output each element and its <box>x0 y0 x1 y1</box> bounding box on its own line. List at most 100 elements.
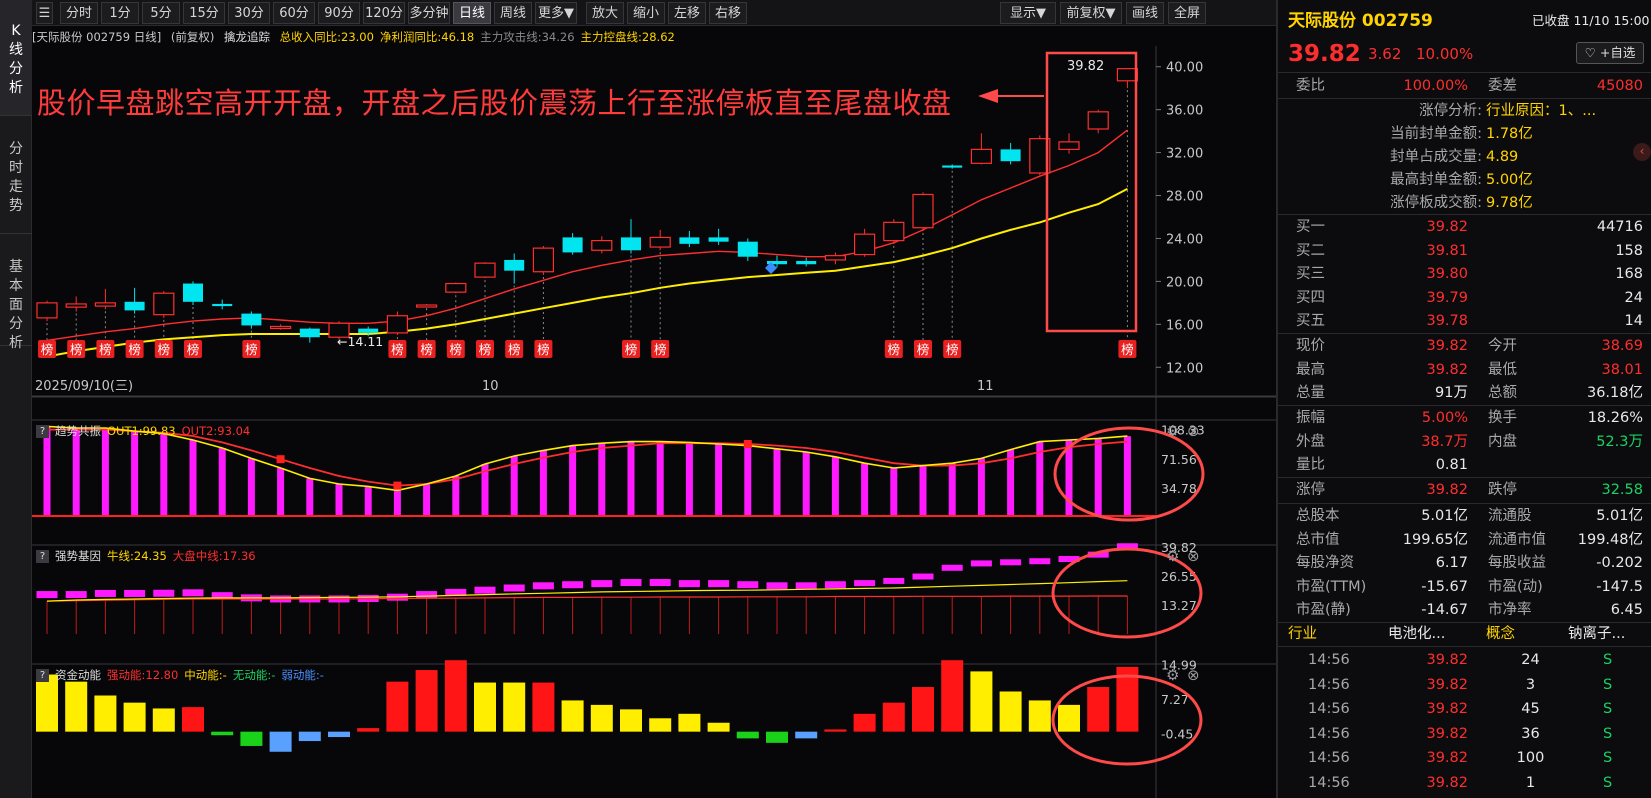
add-watchlist-button[interactable]: ♡ +自选 <box>1576 42 1644 64</box>
candle[interactable] <box>270 324 292 330</box>
menu-icon[interactable]: ☰ <box>36 2 53 24</box>
bid-price[interactable]: 39.78 <box>1398 310 1468 333</box>
industry-value[interactable]: 电池化... <box>1388 622 1445 646</box>
candle[interactable] <box>212 299 233 310</box>
bang-badge[interactable]: 榜 <box>446 340 465 358</box>
candle[interactable] <box>153 291 175 318</box>
close-panel-icon[interactable]: ⊗ <box>1187 666 1200 684</box>
candle[interactable] <box>124 287 145 314</box>
candle[interactable] <box>621 219 641 254</box>
kline-chart-area[interactable]: 40.00 36.00 32.00 28.00 24.00 20.00 16.00 12.00… <box>32 26 1276 798</box>
bang-badge[interactable]: 榜 <box>505 340 524 358</box>
candle[interactable] <box>36 300 58 322</box>
candle[interactable] <box>445 282 467 294</box>
candle[interactable] <box>183 281 203 306</box>
candle[interactable] <box>532 245 554 275</box>
help-icon[interactable]: ? <box>36 669 49 682</box>
action-button-3[interactable]: 右移 <box>709 2 747 24</box>
bang-badge[interactable]: 榜 <box>622 340 640 358</box>
bid-price[interactable]: 39.81 <box>1398 240 1468 263</box>
action-button-0[interactable]: 放大 <box>586 2 624 24</box>
period-button-4[interactable]: 30分 <box>228 2 270 24</box>
candle[interactable] <box>708 228 729 245</box>
close-panel-icon[interactable]: ⊗ <box>1187 422 1200 440</box>
bang-badge[interactable]: 榜 <box>388 340 407 358</box>
period-button-1[interactable]: 1分 <box>101 2 139 24</box>
candle[interactable] <box>504 253 525 284</box>
period-button-5[interactable]: 60分 <box>273 2 315 24</box>
candle[interactable] <box>1116 68 1139 89</box>
candle[interactable] <box>942 164 963 169</box>
candle[interactable] <box>737 238 758 262</box>
toolbar-right-button-2[interactable]: 画线 <box>1126 2 1164 24</box>
settings-gear-icon[interactable]: ⚙ <box>1166 422 1179 440</box>
bang-badge[interactable]: 榜 <box>125 340 144 358</box>
candle[interactable] <box>1058 133 1080 154</box>
help-icon[interactable]: ? <box>36 425 49 438</box>
indicator-name[interactable]: 擒龙追踪 <box>224 30 270 44</box>
candle[interactable] <box>883 219 905 244</box>
period-button-2[interactable]: 5分 <box>142 2 180 24</box>
period-button-8[interactable]: 多分钟 <box>408 2 450 24</box>
candle[interactable] <box>241 311 262 329</box>
candle[interactable] <box>386 311 408 336</box>
period-button-3[interactable]: 15分 <box>183 2 225 24</box>
candle[interactable] <box>94 288 117 310</box>
collapse-arrow-icon[interactable]: ‹ <box>1633 143 1651 161</box>
candle[interactable] <box>796 257 817 267</box>
bang-badge-label: 榜 <box>508 342 521 357</box>
concept-value[interactable]: 钠离子... <box>1568 622 1625 646</box>
period-button-6[interactable]: 90分 <box>318 2 360 24</box>
bang-badge[interactable]: 榜 <box>1118 340 1137 358</box>
candle[interactable] <box>65 296 87 312</box>
bid-price[interactable]: 39.82 <box>1398 216 1468 239</box>
candle[interactable] <box>912 192 934 231</box>
left-tab-1[interactable]: 分时走势 <box>0 116 32 234</box>
bang-badge[interactable]: 榜 <box>476 340 494 358</box>
bang-badge[interactable]: 榜 <box>154 340 173 358</box>
period-button-11[interactable]: 更多▼ <box>535 2 577 24</box>
close-panel-icon[interactable]: ⊗ <box>1187 547 1200 565</box>
bang-badge[interactable]: 榜 <box>914 340 932 358</box>
bang-badge[interactable]: 榜 <box>96 340 115 358</box>
bid-price[interactable]: 39.80 <box>1398 263 1468 286</box>
period-button-0[interactable]: 分时 <box>60 2 98 24</box>
help-icon[interactable]: ? <box>36 550 49 563</box>
period-button-7[interactable]: 120分 <box>363 2 405 24</box>
bang-badge[interactable]: 榜 <box>943 340 962 358</box>
candle[interactable] <box>591 236 613 254</box>
bang-badge[interactable]: 榜 <box>242 340 261 358</box>
bang-badge[interactable]: 榜 <box>417 340 436 358</box>
candle[interactable] <box>474 262 496 279</box>
period-button-9[interactable]: 日线 <box>453 2 491 24</box>
bang-badge[interactable]: 榜 <box>184 340 202 358</box>
candle[interactable] <box>853 228 876 257</box>
action-button-2[interactable]: 左移 <box>668 2 706 24</box>
candle[interactable] <box>299 327 320 343</box>
toolbar-right-button-1[interactable]: 前复权▼ <box>1060 2 1122 24</box>
settings-gear-icon[interactable]: ⚙ <box>1166 547 1179 565</box>
candle[interactable] <box>562 233 583 255</box>
left-tab-0[interactable]: K线分析 <box>0 0 32 116</box>
bang-badge[interactable]: 榜 <box>884 340 903 358</box>
candle[interactable] <box>970 133 993 165</box>
candle[interactable] <box>1087 109 1109 134</box>
candle[interactable] <box>649 229 671 251</box>
toolbar-right-button-3[interactable]: 全屏 <box>1168 2 1206 24</box>
left-tab-2[interactable]: 基本面分析 <box>0 234 32 351</box>
candle[interactable] <box>824 252 847 265</box>
y-tick-label: 24.00 <box>1166 232 1203 247</box>
bang-badge[interactable]: 榜 <box>651 340 670 358</box>
toolbar-right-button-0[interactable]: 显示▼ <box>1000 2 1056 24</box>
settings-gear-icon[interactable]: ⚙ <box>1166 666 1179 684</box>
candle[interactable] <box>1000 142 1021 165</box>
bang-badge[interactable]: 榜 <box>38 340 56 358</box>
candle[interactable] <box>679 230 700 248</box>
action-button-1[interactable]: 缩小 <box>627 2 665 24</box>
trend-bar <box>773 448 781 516</box>
bang-badge[interactable]: 榜 <box>534 340 553 358</box>
bang-badge[interactable]: 榜 <box>67 340 86 358</box>
period-button-10[interactable]: 周线 <box>494 2 532 24</box>
bid-price[interactable]: 39.79 <box>1398 287 1468 310</box>
candle[interactable] <box>416 303 438 308</box>
